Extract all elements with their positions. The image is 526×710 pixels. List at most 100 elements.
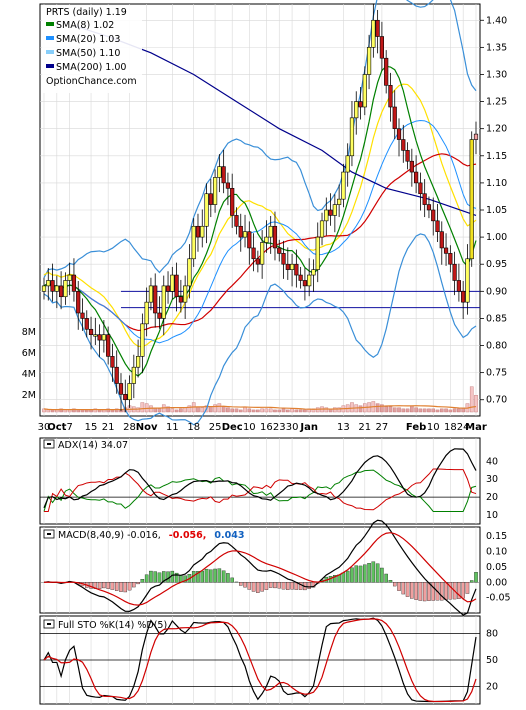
price-tick-label: 1.15 [486,151,507,162]
candle-body [286,264,290,269]
candle-body [119,383,123,394]
volume-tick-label: 2M [22,390,36,401]
volume-bar [218,404,221,412]
macd-histogram-bar [248,582,251,589]
adx-tick-label: 10 [486,510,498,521]
macd-histogram-bar [145,575,148,583]
macd-histogram-bar [397,582,400,590]
candle-body [128,383,132,399]
candle-body [55,286,59,291]
macd-histogram-bar [218,569,221,583]
candle-body [141,324,145,357]
volume-bar [81,410,84,412]
candle-body [295,264,299,275]
macd-histogram-bar [213,569,216,582]
volume-bar [389,407,392,412]
macd-label-text: MACD(8,40,9) -0.016,-0.056,0.043 [58,530,244,541]
candle-body [98,335,102,340]
price-tick-label: 1.20 [486,124,507,135]
volume-bar [449,410,452,412]
macd-histogram-bar [226,573,229,582]
x-tick-label: 25 [209,422,222,433]
volume-bar [47,410,50,412]
macd-histogram-bar [359,566,362,582]
macd-histogram-bar [367,563,370,582]
volume-bar [239,410,242,412]
adx-label-text: ADX(14) 34.07 [58,440,128,451]
legend: PRTS (daily) 1.19 SMA(8) 1.02 SMA(20) 1.… [42,5,142,93]
x-tick-label: 15 [85,422,98,433]
macd-signal-value: 0.043 [214,530,244,541]
legend-sma20: SMA(20) 1.03 [56,34,120,45]
x-tick-label: Feb [406,422,426,433]
candle-body [239,226,243,237]
macd-histogram-bar [363,565,366,583]
x-tick-label: 18 [444,422,457,433]
candle-body [329,210,333,215]
volume-bar [376,404,379,412]
candle-body [106,335,110,357]
macd-histogram-bar [423,582,426,601]
x-tick-label: 28 [123,422,136,433]
candle-body [76,291,80,313]
x-tick-label: 7 [66,422,72,433]
candle-body [320,221,324,237]
candle-body [149,286,153,302]
macd-histogram-bar [252,582,255,591]
macd-histogram-bar [154,572,157,583]
candle-body [226,183,230,188]
volume-bar [423,409,426,412]
macd-histogram-bar [470,580,473,582]
macd-tick-label: 0.05 [486,562,507,573]
volume-bar [303,410,306,412]
volume-bar [235,409,238,412]
candle-body [188,259,192,286]
candle-body [342,172,346,199]
candle-body [51,280,55,291]
price-tick-label: 1.00 [486,232,507,243]
macd-histogram-bar [201,571,204,582]
x-tick-label: 21 [102,422,115,433]
macd-histogram-bar [389,580,392,582]
x-tick-label: 23 [273,422,286,433]
candle-body [235,215,239,226]
volume-bar [269,409,272,412]
candle-body [337,199,341,204]
candle-body [213,177,217,204]
candle-body [406,150,410,161]
macd-histogram-bar [355,566,358,583]
volume-bar [184,408,187,412]
adx-tick-label: 30 [486,474,498,485]
volume-bar [201,408,204,412]
macd-histogram-bar [308,582,311,588]
price-tick-label: 0.70 [486,395,507,406]
volume-bar [179,409,182,412]
price-tick-label: 1.40 [486,15,507,26]
candle-body [175,275,179,297]
candle-body [192,226,196,259]
price-tick-label: 1.05 [486,205,507,216]
candle-body [312,270,316,275]
candle-body [397,129,401,140]
volume-bar [286,410,289,412]
x-tick-label: Mar [465,422,487,433]
candle-body [111,356,115,367]
volume-bar [209,407,212,412]
candle-body [363,74,367,107]
macd-histogram-bar [265,582,268,589]
candle-body [162,286,166,319]
candle-body [290,264,294,269]
candle-body [393,107,397,129]
candle-body [380,37,384,59]
chart-canvas: 1.401.351.301.251.201.151.101.051.000.95… [0,0,526,706]
candle-body [115,367,119,383]
macd-histogram-bar [432,582,435,600]
macd-histogram-bar [406,582,409,596]
macd-histogram-bar [111,582,114,589]
volume-bar [406,409,409,412]
candle-body [200,226,204,237]
candle-body [316,237,320,270]
macd-value: -0.056, [169,530,207,541]
candle-body [123,394,127,399]
x-tick-label: 30 [286,422,299,433]
